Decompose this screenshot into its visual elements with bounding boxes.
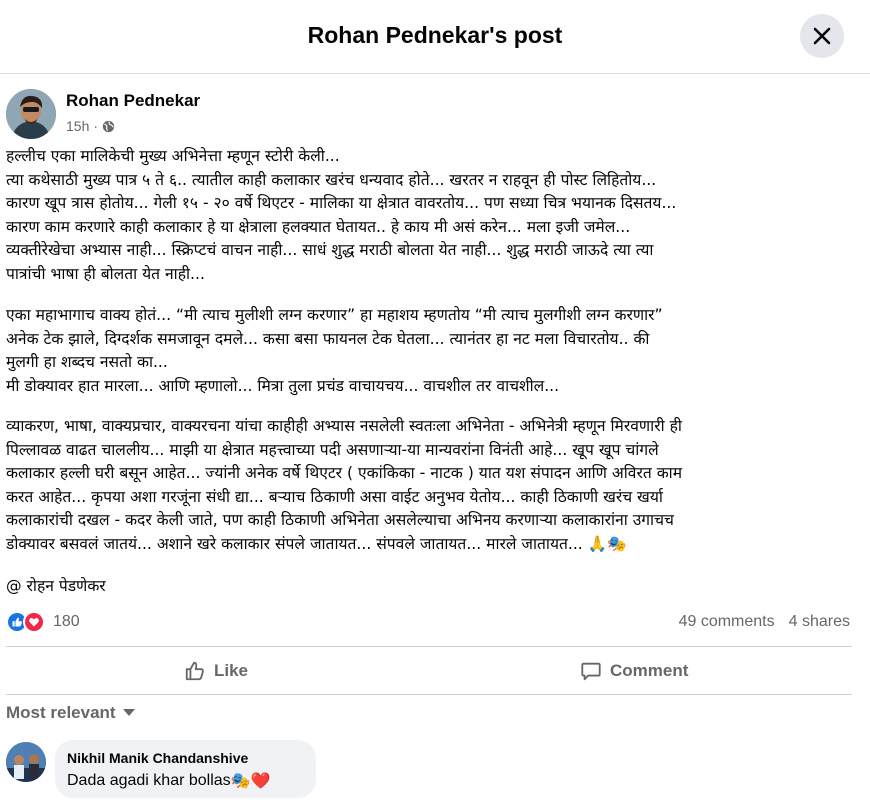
comment-text: Dada agadi khar bollas 🎭❤️	[67, 771, 304, 791]
post-line: करत आहेत... कृपया अशा गरजूंना संधी द्या.…	[6, 487, 663, 506]
love-reaction-icon	[23, 611, 45, 633]
globe-icon	[102, 120, 115, 132]
post-mention: @ रोहन पेडणेकर	[6, 575, 852, 599]
post-line: अनेक टेक झाले, दिग्दर्शक समजावून दमले...…	[6, 329, 650, 348]
comment-button[interactable]: Comment	[580, 654, 688, 688]
sort-label: Most relevant	[6, 703, 116, 722]
post-line: डोक्यावर बसवलं जातयं... अशाने खरे कलाकार…	[6, 534, 627, 553]
post-paragraph-2: एका महाभागाच वाक्य होतं... “मी त्याच मुल…	[6, 304, 852, 398]
comment-icon	[581, 662, 601, 681]
engagement-counts: 49 comments 4 shares	[679, 613, 850, 631]
comment-label: Comment	[610, 661, 689, 680]
comment-body: Dada agadi khar bollas	[67, 772, 231, 789]
post-line: व्याकरण, भाषा, वाक्यप्रचार, वाक्यरचना या…	[6, 417, 682, 435]
post-meta: 15h ·	[66, 118, 115, 134]
commenter-name[interactable]: Nikhil Manik Chandanshive	[67, 750, 304, 766]
comment-emoji: 🎭❤️	[230, 773, 271, 790]
divider	[6, 646, 852, 647]
author-name[interactable]: Rohan Pednekar	[66, 91, 200, 111]
post-line: त्या कथेसाठी मुख्य पात्र ५ ते ६.. त्याती…	[6, 170, 657, 189]
post-line: मुलगी हा शब्दच नसतो का...	[6, 353, 168, 371]
post-paragraph-3: व्याकरण, भाषा, वाक्यप्रचार, वाक्यरचना या…	[6, 415, 852, 556]
shares-count-link[interactable]: 4 shares	[789, 613, 850, 631]
post-line: कलाकार हल्ली घरी बसून आहेत... ज्यांनी अन…	[6, 464, 683, 482]
like-label: Like	[214, 661, 249, 680]
post-line: एका महाभागाच वाक्य होतं... “मी त्याच मुल…	[6, 306, 663, 324]
comments-count-link[interactable]: 49 comments	[679, 613, 775, 631]
post-scroll-area: Rohan Pednekar 15h · हल्लीच एका मालिकेची…	[0, 75, 870, 802]
post-line: कारण काम करणारे काही कलाकार हे या क्षेत्…	[6, 217, 631, 236]
close-button[interactable]	[800, 14, 844, 58]
close-icon	[813, 27, 831, 45]
like-button[interactable]: Like	[184, 654, 248, 688]
dialog-title: Rohan Pednekar's post	[307, 22, 563, 48]
dialog-header: Rohan Pednekar's post	[0, 0, 870, 74]
post-line: पिल्लावळ वाढत चाललीय... माझी या क्षेत्रा…	[6, 440, 659, 459]
post-time[interactable]: 15h	[66, 118, 89, 134]
post-line: कलाकारांची दखल - कदर केली जाते, पण काही …	[6, 511, 674, 529]
chevron-down-icon	[122, 709, 135, 716]
post-line[interactable]: @ रोहन पेडणेकर	[6, 575, 852, 599]
reaction-count: 180	[53, 613, 80, 630]
post-line: हल्लीच एका मालिकेची मुख्य अभिनेत्ता म्हण…	[6, 147, 340, 165]
commenter-avatar[interactable]	[6, 742, 46, 782]
comment-bubble[interactable]: Nikhil Manik Chandanshive Dada agadi kha…	[55, 740, 316, 798]
like-icon	[185, 661, 204, 681]
meta-separator: ·	[93, 118, 99, 134]
post-line: पात्रांची भाषा ही बोलता येत नाही...	[6, 264, 205, 283]
post-paragraph-1: हल्लीच एका मालिकेची मुख्य अभिनेत्ता म्हण…	[6, 145, 852, 286]
post-line: व्यक्तीरेखेचा अभ्यास नाही... स्क्रिप्टचं…	[6, 241, 654, 259]
divider	[6, 694, 852, 695]
comment-sort-dropdown[interactable]: Most relevant	[6, 703, 136, 723]
author-avatar[interactable]	[6, 89, 56, 139]
reaction-summary[interactable]: 180	[6, 611, 80, 633]
post-line: कारण खूप त्रास होतोय... गेली १५ - २० वर्…	[6, 194, 677, 212]
post-line: मी डोक्यावर हात मारला... आणि म्हणालो... …	[6, 376, 560, 395]
